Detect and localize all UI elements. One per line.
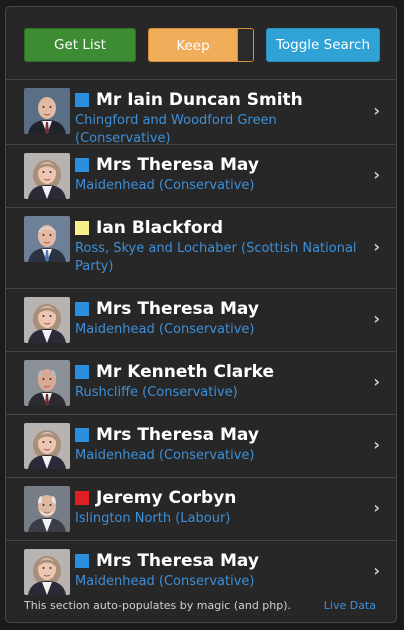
- member-name-line: Mrs Theresa May: [75, 298, 375, 320]
- member-name: Mr Iain Duncan Smith: [96, 90, 303, 110]
- member-info: Mr Kenneth Clarke Rushcliffe (Conservativ…: [75, 352, 375, 402]
- member-constituency: Maidenhead (Conservative): [75, 178, 255, 193]
- toolbar: Get List Keep Toggle Search: [24, 28, 382, 62]
- party-color-square: [75, 158, 89, 172]
- member-name: Mrs Theresa May: [96, 155, 259, 175]
- avatar: [24, 423, 70, 469]
- member-list-item[interactable]: Mr Kenneth Clarke Rushcliffe (Conservativ…: [6, 351, 396, 414]
- chevron-right-icon[interactable]: ›: [373, 237, 380, 256]
- member-name: Mrs Theresa May: [96, 551, 259, 571]
- member-name-line: Mrs Theresa May: [75, 424, 375, 446]
- chevron-right-icon[interactable]: ›: [373, 561, 380, 580]
- member-list-item[interactable]: Ian Blackford Ross, Skye and Lochaber (Sc…: [6, 207, 396, 288]
- member-name-line: Mr Iain Duncan Smith: [75, 89, 375, 111]
- avatar: [24, 486, 70, 532]
- member-info: Mrs Theresa May Maidenhead (Conservative): [75, 415, 375, 465]
- member-info: Mrs Theresa May Maidenhead (Conservative): [75, 145, 375, 195]
- member-name-line: Mrs Theresa May: [75, 154, 375, 176]
- chevron-right-icon[interactable]: ›: [373, 309, 380, 328]
- portrait-theresa-may: [24, 297, 70, 343]
- member-constituency: Rushcliffe (Conservative): [75, 385, 238, 400]
- chevron-right-icon[interactable]: ›: [373, 101, 380, 120]
- party-color-square: [75, 554, 89, 568]
- member-constituency: Ross, Skye and Lochaber (Scottish Nation…: [75, 241, 357, 274]
- member-name-line: Mr Kenneth Clarke: [75, 361, 375, 383]
- member-name: Ian Blackford: [96, 218, 224, 238]
- member-constituency: Chingford and Woodford Green (Conservati…: [75, 113, 277, 146]
- member-constituency: Islington North (Labour): [75, 511, 231, 526]
- avatar: [24, 88, 70, 134]
- member-constituency: Maidenhead (Conservative): [75, 322, 255, 337]
- member-list: Mr Iain Duncan Smith Chingford and Woodfo…: [6, 79, 396, 603]
- portrait-ian-blackford: [24, 216, 70, 262]
- footer: This section auto-populates by magic (an…: [24, 599, 376, 612]
- member-list-item[interactable]: Mrs Theresa May Maidenhead (Conservative)…: [6, 288, 396, 351]
- member-name: Mrs Theresa May: [96, 299, 259, 319]
- member-list-item[interactable]: Mrs Theresa May Maidenhead (Conservative)…: [6, 144, 396, 207]
- member-name: Jeremy Corbyn: [96, 488, 237, 508]
- party-color-square: [75, 302, 89, 316]
- portrait-theresa-may: [24, 153, 70, 199]
- member-list-item[interactable]: Mrs Theresa May Maidenhead (Conservative)…: [6, 540, 396, 603]
- member-info: Jeremy Corbyn Islington North (Labour): [75, 478, 375, 528]
- member-list-item[interactable]: Jeremy Corbyn Islington North (Labour) ›: [6, 477, 396, 540]
- avatar: [24, 153, 70, 199]
- avatar: [24, 297, 70, 343]
- party-color-square: [75, 93, 89, 107]
- member-name-line: Mrs Theresa May: [75, 550, 375, 572]
- avatar: [24, 360, 70, 406]
- member-name-line: Ian Blackford: [75, 217, 375, 239]
- chevron-right-icon[interactable]: ›: [373, 435, 380, 454]
- member-list-item[interactable]: Mr Iain Duncan Smith Chingford and Woodfo…: [6, 79, 396, 146]
- portrait-theresa-may: [24, 423, 70, 469]
- toggle-search-button[interactable]: Toggle Search: [266, 28, 380, 62]
- chevron-right-icon[interactable]: ›: [373, 372, 380, 391]
- portrait-theresa-may: [24, 549, 70, 595]
- avatar: [24, 216, 70, 262]
- avatar: [24, 549, 70, 595]
- member-info: Mrs Theresa May Maidenhead (Conservative): [75, 289, 375, 339]
- party-color-square: [75, 221, 89, 235]
- keep-button[interactable]: Keep: [149, 29, 237, 61]
- member-info: Ian Blackford Ross, Skye and Lochaber (Sc…: [75, 208, 375, 276]
- mp-list-panel: Get List Keep Toggle Search Mr Iain Dunc…: [5, 6, 397, 623]
- member-constituency: Maidenhead (Conservative): [75, 574, 255, 589]
- keep-toggle-group[interactable]: Keep: [148, 28, 254, 62]
- member-name: Mrs Theresa May: [96, 425, 259, 445]
- chevron-right-icon[interactable]: ›: [373, 498, 380, 517]
- member-list-item[interactable]: Mrs Theresa May Maidenhead (Conservative)…: [6, 414, 396, 477]
- chevron-right-icon[interactable]: ›: [373, 165, 380, 184]
- portrait-kenneth-clarke: [24, 360, 70, 406]
- get-list-button[interactable]: Get List: [24, 28, 136, 62]
- party-color-square: [75, 365, 89, 379]
- member-constituency: Maidenhead (Conservative): [75, 448, 255, 463]
- live-data-link[interactable]: Live Data: [324, 599, 376, 612]
- portrait-iain-duncan-smith: [24, 88, 70, 134]
- member-info: Mr Iain Duncan Smith Chingford and Woodfo…: [75, 80, 375, 148]
- member-name: Mr Kenneth Clarke: [96, 362, 275, 382]
- member-name-line: Jeremy Corbyn: [75, 487, 375, 509]
- member-info: Mrs Theresa May Maidenhead (Conservative): [75, 541, 375, 591]
- keep-switch[interactable]: [237, 29, 253, 61]
- party-color-square: [75, 491, 89, 505]
- portrait-jeremy-corbyn: [24, 486, 70, 532]
- party-color-square: [75, 428, 89, 442]
- footer-note: This section auto-populates by magic (an…: [24, 599, 292, 612]
